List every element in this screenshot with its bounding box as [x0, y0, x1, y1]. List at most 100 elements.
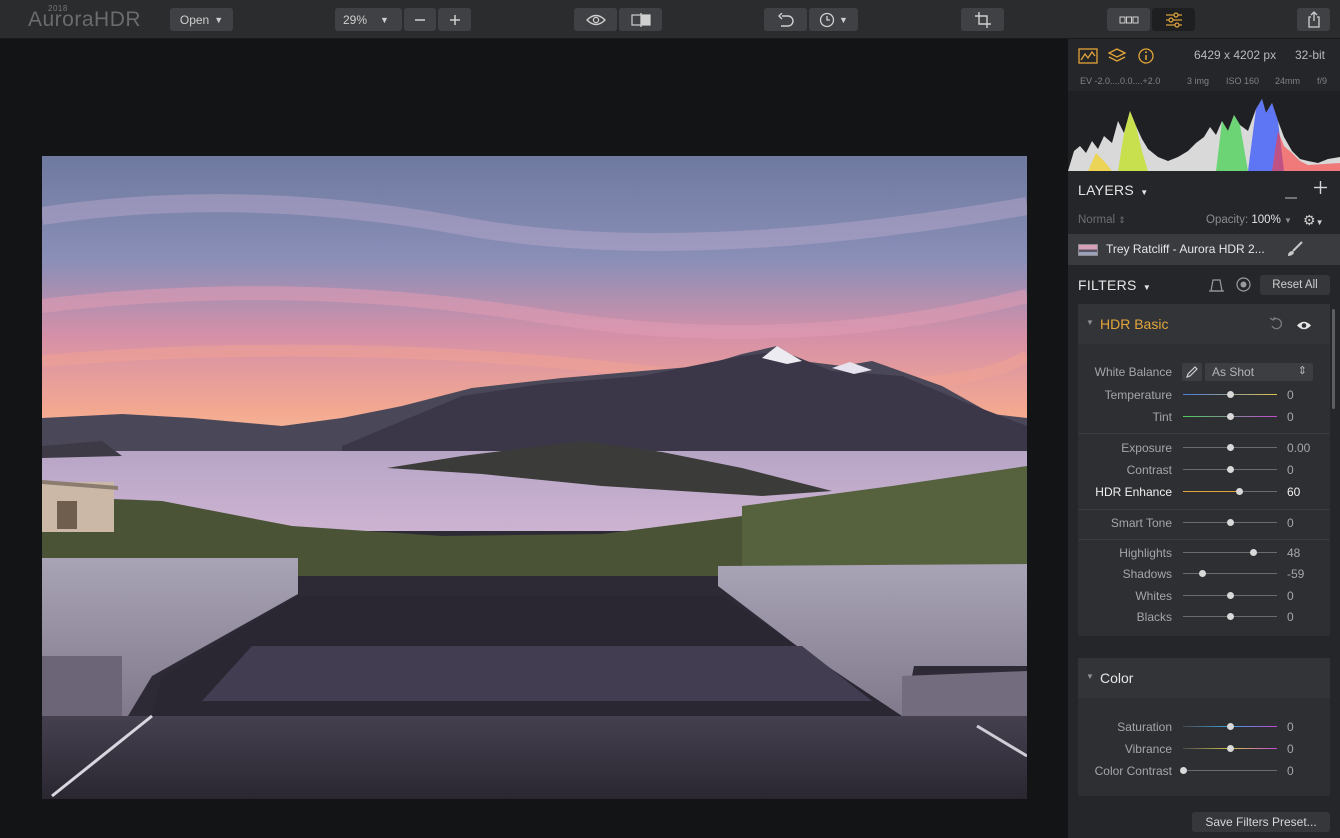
slider-row: Blacks 0: [1068, 608, 1340, 626]
white-balance-select[interactable]: As Shot ⇕: [1205, 363, 1313, 381]
slider-track[interactable]: [1183, 573, 1277, 574]
slider-label: Blacks: [1136, 610, 1172, 624]
slider-label: Tint: [1152, 410, 1172, 424]
eyedropper-icon[interactable]: [1182, 363, 1202, 381]
filters-title[interactable]: FILTERS ▼: [1078, 277, 1151, 293]
save-filters-preset-button[interactable]: Save Filters Preset...: [1192, 812, 1330, 832]
info-icon[interactable]: [1137, 47, 1155, 70]
compare-button[interactable]: [619, 8, 662, 31]
slider-row: Contrast 0: [1068, 461, 1340, 479]
slider-value[interactable]: 0: [1287, 742, 1294, 756]
slider-value[interactable]: 0: [1287, 720, 1294, 734]
slider-value[interactable]: 0.00: [1287, 441, 1310, 455]
slider-track[interactable]: [1183, 770, 1277, 771]
chevron-down-icon: ▼: [1284, 216, 1292, 225]
color-header[interactable]: ▼ Color: [1078, 658, 1330, 698]
visibility-eye-icon[interactable]: [1296, 318, 1312, 336]
presets-strip-icon: [1119, 16, 1138, 23]
slider-knob[interactable]: [1227, 466, 1234, 473]
slider-value[interactable]: 0: [1287, 516, 1294, 530]
landscape-photo: [42, 156, 1027, 799]
zoom-dropdown[interactable]: 29% ▼: [335, 8, 402, 31]
sliders-icon: [1165, 11, 1182, 28]
blend-mode-select[interactable]: Normal ⇕: [1078, 214, 1126, 226]
aperture-icon[interactable]: [1236, 277, 1251, 297]
slider-value[interactable]: 48: [1287, 546, 1300, 560]
preview-button[interactable]: [574, 8, 617, 31]
undo-icon: [777, 12, 794, 27]
slider-knob[interactable]: [1249, 549, 1257, 556]
slider-row: Exposure 0.00: [1068, 439, 1340, 457]
slider-knob[interactable]: [1227, 592, 1234, 599]
slider-track[interactable]: [1183, 552, 1277, 553]
layer-item[interactable]: Trey Ratcliff - Aurora HDR 2...: [1068, 234, 1340, 265]
slider-knob[interactable]: [1227, 413, 1234, 420]
ev-range: EV -2.0....0.0....+2.0: [1080, 76, 1161, 86]
slider-value[interactable]: 0: [1287, 764, 1294, 778]
slider-knob[interactable]: [1180, 767, 1187, 774]
slider-knob[interactable]: [1227, 723, 1234, 730]
add-layer-icon[interactable]: [1314, 181, 1327, 199]
slider-knob[interactable]: [1227, 519, 1234, 526]
hdr-basic-header[interactable]: ▼ HDR Basic: [1078, 304, 1330, 344]
share-icon: [1307, 11, 1320, 28]
slider-row: Shadows -59: [1068, 565, 1340, 583]
slider-fill: [1183, 491, 1240, 492]
image-canvas[interactable]: [0, 39, 1068, 838]
zoom-in-button[interactable]: [438, 8, 471, 31]
opacity-control[interactable]: Opacity: 100% ▼: [1206, 214, 1292, 226]
slider-value[interactable]: 0: [1287, 610, 1294, 624]
layer-settings-gear-icon[interactable]: ⚙▼: [1303, 212, 1323, 229]
layer-name: Trey Ratcliff - Aurora HDR 2...: [1106, 242, 1265, 256]
slider-value[interactable]: 60: [1287, 485, 1300, 499]
divider: [1078, 433, 1330, 434]
slider-label: Whites: [1135, 589, 1172, 603]
history-button[interactable]: ▼: [809, 8, 858, 31]
updown-icon: ⇕: [1297, 365, 1307, 377]
layers-title[interactable]: LAYERS ▼: [1078, 182, 1148, 198]
opacity-label: Opacity:: [1206, 214, 1249, 226]
slider-knob[interactable]: [1227, 391, 1234, 398]
right-panel: 6429 x 4202 px 32-bit EV -2.0....0.0....…: [1068, 39, 1340, 838]
aperture: f/9: [1317, 76, 1328, 86]
collapse-triangle-icon: ▼: [1086, 672, 1094, 681]
slider-label: Color Contrast: [1094, 764, 1172, 778]
slider-value[interactable]: -59: [1287, 567, 1304, 581]
slider-value[interactable]: 0: [1287, 589, 1294, 603]
zoom-out-button[interactable]: [404, 8, 436, 31]
focal-length: 24mm: [1275, 76, 1301, 86]
filters-title-text: FILTERS: [1078, 277, 1137, 293]
crop-button[interactable]: [961, 8, 1004, 31]
slider-label: Smart Tone: [1110, 516, 1172, 530]
slider-value[interactable]: 0: [1287, 388, 1294, 402]
slider-knob[interactable]: [1227, 444, 1234, 451]
share-button[interactable]: [1297, 8, 1330, 31]
adjustments-view-button[interactable]: [1152, 8, 1195, 31]
slider-knob[interactable]: [1227, 613, 1234, 620]
slider-knob[interactable]: [1236, 488, 1244, 495]
slider-value[interactable]: 0: [1287, 410, 1294, 424]
slider-row: HDR Enhance 60: [1068, 483, 1340, 501]
layers-title-text: LAYERS: [1078, 182, 1135, 198]
slider-knob[interactable]: [1198, 570, 1206, 577]
mask-icon[interactable]: [1209, 278, 1224, 298]
undo-button[interactable]: [764, 8, 807, 31]
layer-thumbnail: [1078, 244, 1098, 256]
color-title: Color: [1100, 670, 1134, 686]
remove-layer-icon[interactable]: [1285, 187, 1297, 205]
image-dimensions: 6429 x 4202 px: [1194, 48, 1277, 62]
slider-row: Highlights 48: [1068, 544, 1340, 562]
presets-view-button[interactable]: [1107, 8, 1150, 31]
reset-all-button[interactable]: Reset All: [1260, 275, 1330, 295]
slider-knob[interactable]: [1227, 745, 1234, 752]
layers-tab-icon[interactable]: [1107, 47, 1127, 70]
histogram-tab-icon[interactable]: [1078, 47, 1098, 70]
slider-value[interactable]: 0: [1287, 463, 1294, 477]
photo-preview[interactable]: [42, 156, 1027, 799]
brush-icon[interactable]: [1286, 241, 1304, 262]
open-button[interactable]: Open ▼: [170, 8, 233, 31]
eye-icon: [585, 14, 606, 25]
reset-filter-icon[interactable]: [1269, 316, 1284, 336]
app-year: 2018: [48, 4, 68, 13]
open-label: Open: [179, 12, 210, 27]
